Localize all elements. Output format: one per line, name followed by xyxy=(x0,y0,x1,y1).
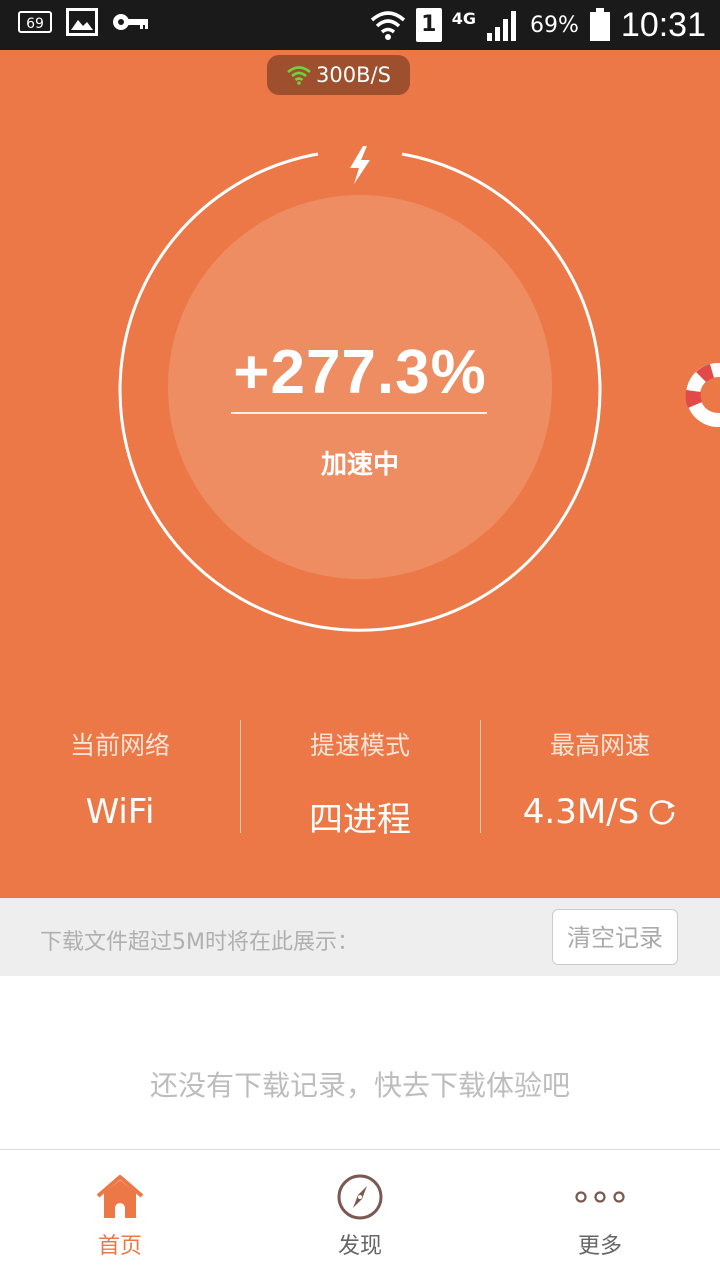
bottom-tab-bar: 首页 发现 更多 xyxy=(0,1149,720,1281)
tab-label: 更多 xyxy=(577,1234,622,1259)
network-type-label: 4G xyxy=(451,8,476,28)
empty-download-message: 还没有下载记录，快去下载体验吧 xyxy=(149,1069,570,1102)
clock: 10:31 xyxy=(620,5,706,44)
wifi-status-icon xyxy=(370,11,405,40)
tab-discover[interactable]: 发现 xyxy=(240,1150,480,1281)
refresh-icon[interactable] xyxy=(647,797,677,827)
stat-label: 当前网络 xyxy=(69,731,170,760)
tab-more[interactable]: 更多 xyxy=(480,1150,720,1281)
battery-percent: 69% xyxy=(530,12,579,38)
tab-home[interactable]: 首页 xyxy=(0,1150,240,1281)
stat-value: WiFi xyxy=(85,792,155,832)
sim-slot-icon: 1 xyxy=(415,8,442,42)
clear-history-button[interactable]: 清空记录 xyxy=(552,909,678,965)
home-icon xyxy=(96,1175,144,1218)
tab-label: 首页 xyxy=(97,1234,142,1259)
boost-state-label: 加速中 xyxy=(320,450,399,480)
percent-underline xyxy=(231,412,487,414)
stat-value: 4.3M/S xyxy=(522,792,640,832)
status-bar: 69 1 4G 69% 10:31 xyxy=(0,0,720,50)
more-icon xyxy=(575,1191,625,1203)
lightning-icon xyxy=(350,146,370,184)
signal-icon xyxy=(487,11,516,41)
tab-label: 发现 xyxy=(337,1234,382,1259)
lifebuoy-icon[interactable] xyxy=(680,360,720,430)
notification-count-badge: 69 xyxy=(18,11,52,33)
key-icon xyxy=(113,14,148,30)
download-notice-bar: 下载文件超过5M时将在此展示： 清空记录 xyxy=(0,898,720,976)
stat-current-network: 当前网络 WiFi xyxy=(0,720,240,836)
stat-value: 四进程 xyxy=(309,800,411,840)
image-icon xyxy=(66,8,98,36)
network-stats: 当前网络 WiFi 提速模式 四进程 最高网速 4.3M/S xyxy=(0,720,720,840)
stat-max-speed: 最高网速 4.3M/S xyxy=(480,720,720,836)
boost-percent: +277.3% xyxy=(233,338,487,407)
stat-label: 最高网速 xyxy=(549,731,650,760)
speed-boost-panel: 300B/S +277.3% 加速中 当前网络 WiFi 提速模式 四进程 最高… xyxy=(0,50,720,898)
compass-icon xyxy=(337,1174,383,1220)
stat-boost-mode: 提速模式 四进程 xyxy=(240,720,480,840)
stat-label: 提速模式 xyxy=(309,731,410,760)
download-notice-text: 下载文件超过5M时将在此展示： xyxy=(40,930,359,955)
battery-icon xyxy=(589,8,610,41)
